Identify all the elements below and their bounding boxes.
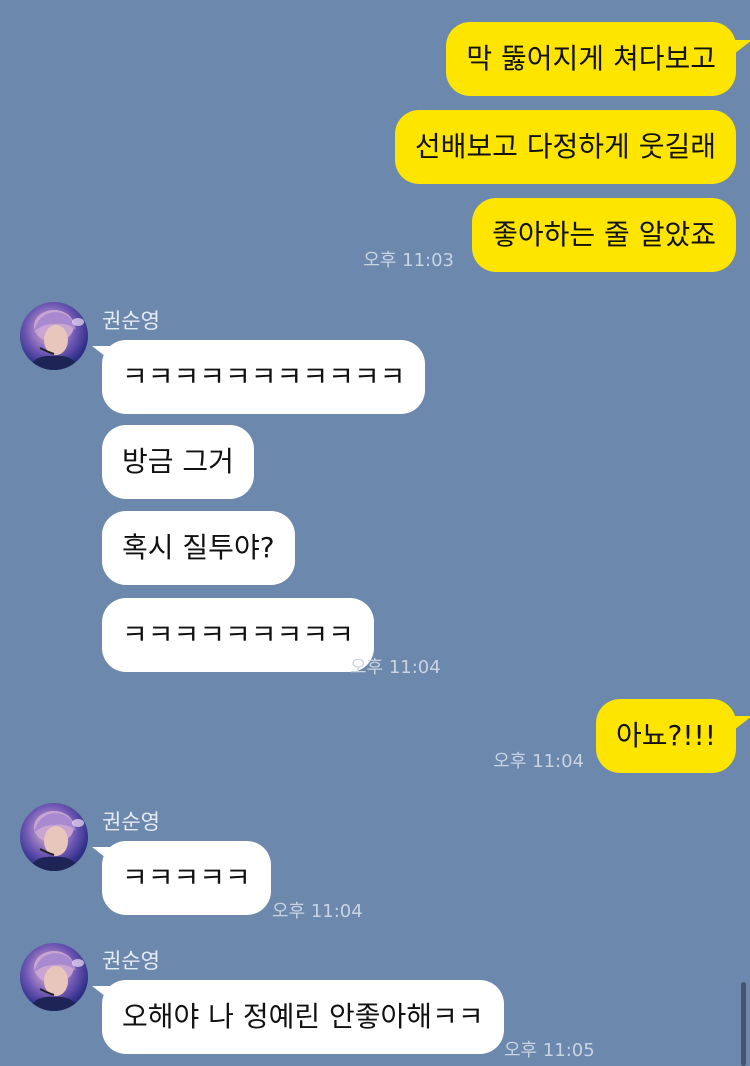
sender-name: 권순영 — [102, 309, 160, 333]
message-text: ㅋㅋㅋㅋㅋㅋㅋㅋㅋㅋㅋ — [122, 360, 406, 393]
their-message-bubble[interactable]: 혹시 질투야? — [102, 511, 295, 585]
message-timestamp: 오후 11:03 — [363, 250, 454, 271]
sender-name: 권순영 — [102, 810, 160, 834]
their-message-bubble[interactable]: 방금 그거 — [102, 425, 254, 499]
my-message-bubble[interactable]: 아뇨?!!! — [595, 699, 736, 773]
my-message-bubble[interactable]: 막 뚫어지게 쳐다보고 — [446, 22, 736, 96]
message-text: ㅋㅋㅋㅋㅋ — [122, 861, 251, 894]
message-text: 막 뚫어지게 쳐다보고 — [466, 42, 716, 75]
bubble-tail — [92, 847, 110, 861]
bubble-tail — [92, 346, 110, 360]
sender-name: 권순영 — [102, 949, 160, 973]
message-timestamp: 오후 11:04 — [350, 657, 441, 678]
message-timestamp: 오후 11:04 — [493, 751, 584, 772]
bubble-tail — [734, 716, 750, 730]
their-message-bubble[interactable]: ㅋㅋㅋㅋㅋㅋㅋㅋㅋㅋㅋ — [102, 340, 426, 414]
chat-room[interactable]: 막 뚫어지게 쳐다보고 선배보고 다정하게 웃길래 좋아하는 줄 알았죠 오후 … — [0, 0, 750, 1066]
message-text: 아뇨?!!! — [615, 719, 716, 752]
message-text: 오해야 나 정예린 안좋아해ㅋㅋ — [122, 1000, 484, 1033]
bubble-tail — [92, 986, 110, 1000]
message-text: 선배보고 다정하게 웃길래 — [414, 130, 716, 163]
profile-avatar[interactable] — [20, 302, 88, 370]
message-text: ㅋㅋㅋㅋㅋㅋㅋㅋㅋ — [122, 618, 354, 651]
message-text: 혹시 질투야? — [122, 531, 275, 564]
avatar-photo-icon — [28, 310, 84, 370]
bubble-tail — [734, 40, 750, 54]
their-message-bubble[interactable]: ㅋㅋㅋㅋㅋㅋㅋㅋㅋ — [102, 598, 374, 672]
profile-avatar[interactable] — [20, 943, 88, 1011]
message-text: 좋아하는 줄 알았죠 — [492, 218, 716, 251]
message-timestamp: 오후 11:04 — [272, 901, 363, 922]
my-message-bubble[interactable]: 선배보고 다정하게 웃길래 — [394, 110, 736, 184]
avatar-photo-icon — [28, 811, 84, 871]
their-message-bubble[interactable]: 오해야 나 정예린 안좋아해ㅋㅋ — [102, 980, 504, 1054]
profile-avatar[interactable] — [20, 803, 88, 871]
message-timestamp: 오후 11:05 — [504, 1040, 595, 1061]
my-message-bubble[interactable]: 좋아하는 줄 알았죠 — [472, 198, 736, 272]
message-text: 방금 그거 — [122, 445, 234, 478]
scrollbar[interactable] — [741, 982, 746, 1066]
their-message-bubble[interactable]: ㅋㅋㅋㅋㅋ — [102, 841, 271, 915]
avatar-photo-icon — [28, 951, 84, 1011]
